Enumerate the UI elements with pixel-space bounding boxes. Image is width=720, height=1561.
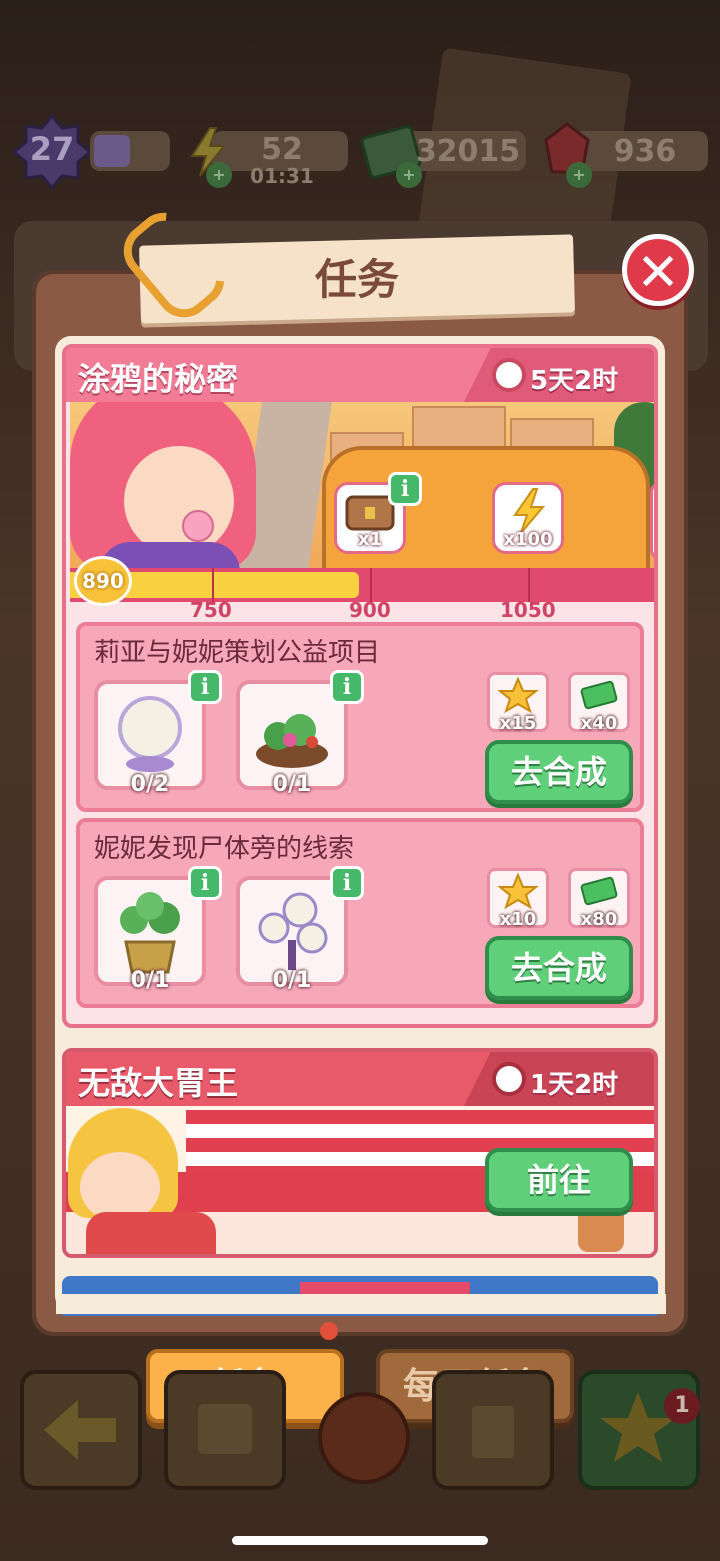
event-title: 涂鸦的秘密	[78, 360, 239, 398]
merge-button[interactable]: 去合成	[485, 936, 633, 1000]
tab-indicator	[320, 1322, 338, 1340]
event-timer: 5天2时	[530, 366, 619, 396]
energy-value: 52	[261, 132, 303, 167]
clock-icon	[492, 358, 526, 392]
energy-timer: 01:31	[250, 164, 314, 188]
panel-title: 任务	[314, 255, 399, 304]
item-count: 0/1	[272, 772, 312, 797]
milestone-label: 900	[349, 598, 391, 622]
milestone-label: 1050	[500, 598, 556, 622]
progress-tick-750	[212, 568, 214, 602]
reward-qty: x40	[580, 713, 618, 734]
nav-back-button[interactable]	[20, 1370, 142, 1490]
energy-add-button[interactable]: +	[206, 162, 232, 188]
close-button[interactable]: ✕	[622, 234, 694, 306]
nav-trash-button[interactable]	[432, 1370, 554, 1490]
crystal-ball-icon	[118, 696, 182, 772]
event-title: 无敌大胃王	[78, 1064, 239, 1102]
progress-tick-1050	[528, 568, 530, 602]
cash-value: 32015	[415, 134, 521, 169]
reward-qty: x100	[503, 529, 553, 550]
cash-icon	[580, 876, 618, 906]
task-title: 莉亚与妮妮策划公益项目	[94, 638, 381, 668]
reward-qty: x10	[499, 909, 537, 930]
item-count: 0/1	[272, 968, 312, 993]
player-level: 27	[29, 130, 75, 168]
home-indicator[interactable]	[232, 1536, 488, 1545]
character-face	[124, 446, 234, 556]
reward-qty: x15	[499, 713, 537, 734]
event-timer: 1天2时	[530, 1070, 619, 1100]
bubblegum	[182, 510, 214, 542]
trash-icon	[472, 1406, 514, 1458]
reward-next-partial	[650, 482, 654, 560]
task-title: 妮妮发现尸体旁的线索	[94, 834, 355, 864]
notification-badge: 1	[664, 1388, 700, 1424]
close-icon: ✕	[636, 243, 680, 303]
info-icon[interactable]: i	[330, 866, 364, 900]
clock-icon	[492, 1062, 526, 1096]
task-reward: x40	[568, 672, 630, 734]
chef-body	[86, 1212, 216, 1254]
cash-icon	[580, 680, 618, 710]
xp-bar	[90, 131, 170, 171]
merge-button[interactable]: 去合成	[485, 740, 633, 804]
gem-value: 936	[613, 134, 677, 169]
list-fade	[56, 1294, 666, 1314]
task-reward: x15	[487, 672, 549, 734]
nav-storage-button[interactable]	[164, 1370, 286, 1490]
task-reward: x10	[487, 868, 549, 930]
info-icon[interactable]: i	[388, 472, 422, 506]
info-icon[interactable]: i	[330, 670, 364, 704]
info-icon[interactable]: i	[188, 670, 222, 704]
task-reward: x80	[568, 868, 630, 930]
flower-bed-icon	[256, 714, 328, 768]
potted-plant-icon	[120, 892, 180, 974]
bug-lamp-icon	[258, 892, 328, 970]
reward-qty: x80	[580, 909, 618, 930]
go-button[interactable]: 前往	[485, 1148, 633, 1212]
reward-qty: x1	[357, 529, 383, 550]
gem-add-button[interactable]: +	[566, 162, 592, 188]
event-score-badge: 890	[74, 556, 132, 606]
box-icon	[198, 1404, 252, 1454]
progress-tick-900	[370, 568, 372, 602]
info-icon[interactable]: i	[188, 866, 222, 900]
star-icon	[497, 872, 539, 910]
nav-energy-button[interactable]	[318, 1392, 410, 1484]
item-count: 0/1	[130, 968, 170, 993]
milestone-label: 750	[190, 598, 232, 622]
arrow-left-icon	[44, 1400, 116, 1460]
item-count: 0/2	[130, 772, 170, 797]
reward-energy[interactable]: x100	[492, 482, 564, 554]
event-progress-bar	[70, 568, 654, 602]
star-icon	[497, 676, 539, 714]
